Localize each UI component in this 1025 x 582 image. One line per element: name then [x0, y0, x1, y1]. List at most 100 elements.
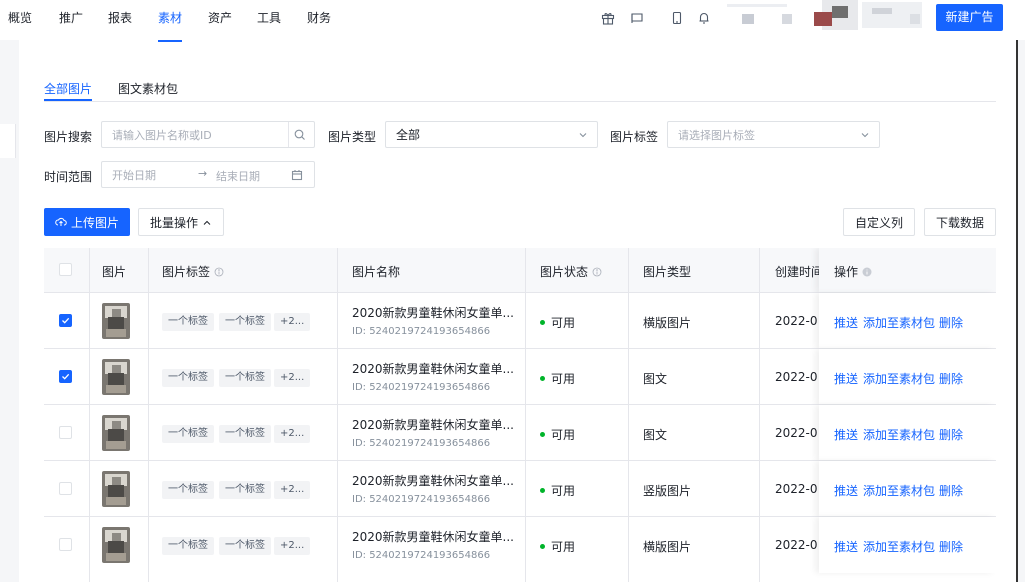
tag-chip: 一个标签 [219, 313, 271, 331]
delete-link[interactable]: 删除 [939, 370, 963, 387]
status-text: 可用 [551, 484, 576, 498]
mobile-icon[interactable] [670, 11, 684, 25]
new-ad-button[interactable]: 新建广告 [936, 4, 1003, 31]
status-dot-icon [540, 320, 545, 325]
date-range-picker[interactable]: 开始日期 → 结束日期 [101, 161, 315, 188]
tag-more-chip[interactable]: +2... [274, 481, 311, 499]
nav-item-assets[interactable]: 资产 [208, 9, 232, 26]
table-row[interactable]: 一个标签 一个标签 +2... 2020新款男童鞋休闲女童单... ID: 524021… [44, 404, 996, 461]
column-divider [759, 248, 760, 582]
row-checkbox[interactable] [59, 314, 72, 327]
image-thumbnail[interactable] [102, 527, 130, 563]
delete-link[interactable]: 删除 [939, 314, 963, 331]
column-divider [525, 248, 526, 582]
image-name: 2020新款男童鞋休闲女童单... [352, 474, 514, 488]
table-row[interactable]: 一个标签 一个标签 +2... 2020新款男童鞋休闲女童单... ID: 524021… [44, 292, 996, 349]
push-link[interactable]: 推送 [834, 314, 858, 331]
add-to-pack-link[interactable]: 添加至素材包 [863, 538, 935, 555]
info-icon[interactable] [862, 267, 872, 277]
gift-icon[interactable] [601, 11, 615, 25]
header-created: 创建时间 [775, 265, 819, 279]
delete-link[interactable]: 删除 [939, 426, 963, 443]
image-name: 2020新款男童鞋休闲女童单... [352, 362, 514, 376]
header-created-cell: 创建时间 [759, 248, 819, 292]
search-divider [288, 122, 289, 147]
download-data-button[interactable]: 下载数据 [924, 208, 996, 236]
tag-more-chip[interactable]: +2... [274, 425, 311, 443]
image-thumbnail[interactable] [102, 471, 130, 507]
add-to-pack-link[interactable]: 添加至素材包 [863, 482, 935, 499]
image-tag-select[interactable]: 请选择图片标签 [667, 121, 880, 148]
header-ops-cell: 操作 [819, 248, 996, 292]
add-to-pack-link[interactable]: 添加至素材包 [863, 370, 935, 387]
header-tags-label: 图片标签 [162, 265, 211, 279]
created-time: 2022-0 [775, 370, 818, 384]
chevron-up-icon [202, 217, 212, 227]
image-type-select[interactable]: 全部 [385, 121, 598, 148]
add-to-pack-link[interactable]: 添加至素材包 [863, 314, 935, 331]
add-to-pack-link[interactable]: 添加至素材包 [863, 426, 935, 443]
nav-item-overview[interactable]: 概览 [8, 9, 32, 26]
created-time-cell: 2022-0 [759, 405, 819, 461]
nav-item-reports[interactable]: 报表 [108, 9, 132, 26]
start-date-placeholder[interactable]: 开始日期 [112, 167, 156, 183]
header-ops: 操作 [834, 263, 872, 280]
created-time: 2022-0 [775, 314, 818, 328]
nav-item-tools[interactable]: 工具 [257, 9, 281, 26]
header-name: 图片名称 [352, 265, 401, 279]
status-dot-icon [540, 432, 545, 437]
push-link[interactable]: 推送 [834, 482, 858, 499]
image-table: 图片 图片标签 图片名称 图片状态 图片类型 创建时间 操作 一个标签 一个标签 +… [44, 248, 996, 582]
table-row[interactable]: 一个标签 一个标签 +2... 2020新款男童鞋休闲女童单... ID: 524021… [44, 348, 996, 405]
nav-item-finance[interactable]: 财务 [307, 9, 331, 26]
status-dot-icon [540, 544, 545, 549]
image-thumbnail[interactable] [102, 303, 130, 339]
end-date-placeholder[interactable]: 结束日期 [216, 168, 260, 184]
delete-link[interactable]: 删除 [939, 538, 963, 555]
nav-item-materials[interactable]: 素材 [158, 9, 182, 26]
image-id: ID: 5240219724193654866 [352, 438, 491, 449]
tag-more-chip[interactable]: +2... [274, 537, 311, 555]
image-type: 图文 [643, 372, 668, 386]
row-checkbox[interactable] [59, 370, 72, 383]
tag-more-chip[interactable]: +2... [274, 313, 311, 331]
push-link[interactable]: 推送 [834, 538, 858, 555]
image-id: ID: 5240219724193654866 [352, 382, 491, 393]
row-checkbox[interactable] [59, 426, 72, 439]
tag-chip: 一个标签 [219, 537, 271, 555]
nav-item-promotion[interactable]: 推广 [59, 9, 83, 26]
created-time-cell: 2022-0 [759, 461, 819, 517]
column-divider [337, 248, 338, 582]
delete-link[interactable]: 删除 [939, 482, 963, 499]
image-thumbnail[interactable] [102, 359, 130, 395]
status-cell: 可用 [540, 482, 575, 499]
check-icon [62, 317, 70, 324]
user-account-blurred[interactable] [722, 0, 927, 30]
upload-image-button[interactable]: 上传图片 [44, 208, 130, 236]
tab-image-text-packs[interactable]: 图文素材包 [118, 80, 178, 97]
tag-chip: 一个标签 [219, 481, 271, 499]
row-actions: 推送 添加至素材包 删除 [819, 517, 996, 573]
batch-actions-button[interactable]: 批量操作 [138, 208, 224, 236]
search-icon[interactable] [293, 128, 307, 142]
push-link[interactable]: 推送 [834, 426, 858, 443]
row-checkbox[interactable] [59, 538, 72, 551]
message-icon[interactable] [630, 11, 644, 25]
tab-all-images[interactable]: 全部图片 [44, 80, 92, 97]
table-row[interactable]: 一个标签 一个标签 +2... 2020新款男童鞋休闲女童单... ID: 524021… [44, 516, 996, 573]
info-icon[interactable] [592, 267, 602, 277]
left-sidebar-handle[interactable] [0, 124, 16, 158]
row-checkbox[interactable] [59, 482, 72, 495]
table-row[interactable]: 一个标签 一个标签 +2... 2020新款男童鞋休闲女童单... ID: 524021… [44, 460, 996, 517]
row-actions: 推送 添加至素材包 删除 [819, 349, 996, 405]
image-search-input[interactable]: 请输入图片名称或ID [101, 121, 315, 148]
column-divider [628, 248, 629, 582]
tag-more-chip[interactable]: +2... [274, 369, 311, 387]
bell-icon[interactable] [697, 11, 711, 25]
image-thumbnail[interactable] [102, 415, 130, 451]
push-link[interactable]: 推送 [834, 370, 858, 387]
custom-columns-button[interactable]: 自定义列 [843, 208, 915, 236]
select-all-checkbox[interactable] [59, 263, 72, 276]
info-icon[interactable] [214, 267, 224, 277]
created-time: 2022-0 [775, 426, 818, 440]
